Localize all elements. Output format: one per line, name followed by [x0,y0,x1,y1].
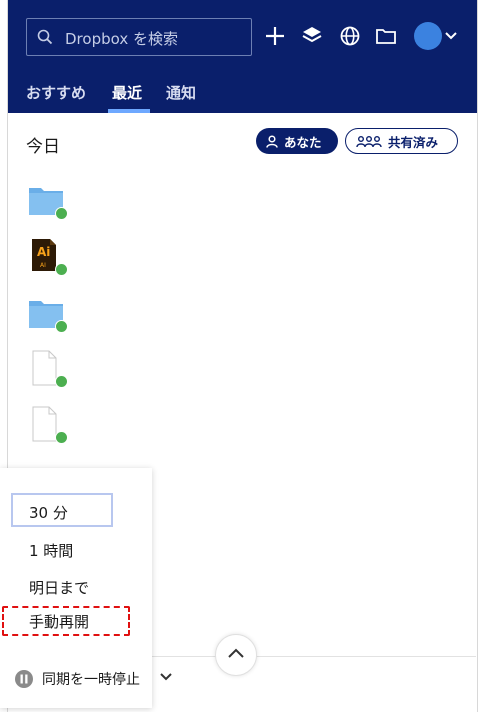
search-placeholder: Dropbox を検索 [65,30,178,48]
option-1-hour[interactable]: 1 時間 [29,540,73,561]
active-tab-indicator [108,109,150,113]
synced-check-icon [55,375,68,388]
highlight-frame [2,606,130,636]
filter-you-button[interactable]: あなた [256,128,338,154]
synced-check-icon [55,431,68,444]
filter-you-label: あなた [284,134,322,150]
list-item[interactable] [28,182,68,222]
scroll-up-button[interactable] [215,634,257,676]
list-item[interactable] [28,406,68,446]
illustrator-sub: AI [40,262,46,269]
pause-sync-label: 同期を一時停止 [42,672,140,688]
chevron-down-icon[interactable] [159,672,173,682]
globe-icon[interactable] [339,25,361,47]
synced-check-icon [55,263,68,276]
person-icon [266,134,278,148]
pause-icon [15,670,33,688]
people-icon [356,135,382,147]
tab-notifications[interactable]: 通知 [166,82,196,103]
folder-icon[interactable] [375,25,397,47]
header: Dropbox を検索 おすすめ 最近 通知 [8,0,477,113]
layers-icon[interactable] [301,25,323,47]
list-item[interactable] [28,350,68,390]
illustrator-badge: Ai [37,245,51,259]
option-30-minutes[interactable]: 30 分 [29,502,68,523]
search-input[interactable]: Dropbox を検索 [26,18,252,56]
chevron-up-icon [228,648,244,658]
pause-sync-button[interactable]: 同期を一時停止 [14,668,140,690]
pause-sync-menu: 30 分 1 時間 明日まで 手動再開 同期を一時停止 [0,468,152,708]
tab-recent[interactable]: 最近 [112,82,142,103]
synced-check-icon [55,207,68,220]
avatar[interactable] [414,22,442,50]
list-item[interactable] [28,295,68,335]
option-until-tomorrow[interactable]: 明日まで [29,577,89,598]
chevron-down-icon[interactable] [445,31,457,41]
section-title-today: 今日 [26,137,60,157]
synced-check-icon [55,320,68,333]
filter-shared-button[interactable]: 共有済み [345,128,458,154]
list-item[interactable]: Ai AI [28,238,68,278]
plus-icon[interactable] [264,25,286,47]
filter-shared-label: 共有済み [388,134,439,150]
tab-recommended[interactable]: おすすめ [26,82,86,103]
search-icon [37,29,53,45]
